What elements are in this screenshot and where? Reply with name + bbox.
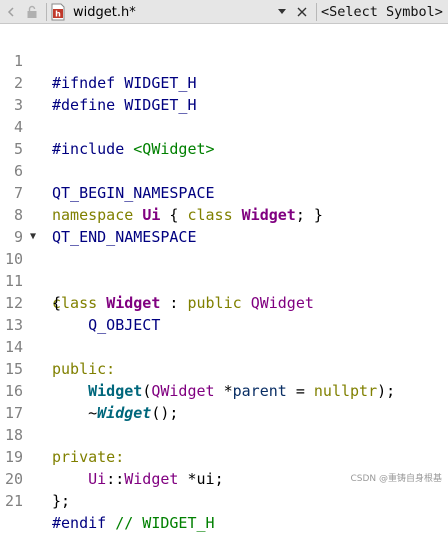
code-line: 14 public: [0, 314, 448, 378]
code-line: 2 #define WIDGET_H [0, 50, 448, 114]
preprocessor-directive: #endif [52, 514, 107, 532]
code-line: 13 [0, 292, 448, 334]
code-line: 8 QT_END_NAMESPACE [0, 182, 448, 246]
code-line: 18 private: [0, 402, 448, 466]
code-line: 20 }; [0, 446, 448, 510]
code-line: 19 Ui::Widget *ui; [0, 424, 448, 488]
file-name-label[interactable]: widget.h* [73, 0, 136, 24]
code-line: 10 ▼ class Widget : public QWidget [0, 226, 448, 312]
code-line: 7 namespace Ui { class Widget; } [0, 160, 448, 224]
code-line: 6 QT_BEGIN_NAMESPACE [0, 138, 448, 202]
lock-icon[interactable] [26, 0, 40, 24]
watermark: CSDN @重铸自身根基 [350, 474, 442, 484]
svg-text:h: h [55, 10, 61, 19]
dropdown-arrow-icon[interactable] [277, 0, 291, 24]
code-line: 4 #include <QWidget> [0, 94, 448, 158]
code-line: 9 [0, 204, 448, 246]
editor-toolbar: h widget.h* <Select Symbol> [0, 0, 448, 24]
line-number: 21 [4, 492, 23, 510]
toolbar-separator [46, 3, 47, 21]
comment: // WIDGET_H [115, 514, 215, 532]
code-line: 16 ~Widget(); [0, 358, 448, 422]
close-icon[interactable] [297, 0, 311, 24]
code-line: 1 #ifndef WIDGET_H [0, 28, 448, 92]
fold-toggle-icon[interactable]: ▼ [30, 226, 36, 248]
code-line: 12 Q_OBJECT [0, 270, 448, 334]
code-line: 3 [0, 72, 448, 114]
navigate-back-icon[interactable] [5, 0, 19, 24]
code-line: 17 [0, 380, 448, 422]
code-line: 15 Widget(QWidget *parent = nullptr); [0, 336, 448, 400]
toolbar-separator [316, 3, 317, 21]
code-line: 5 [0, 116, 448, 158]
code-line: 11 { [0, 248, 448, 312]
header-file-icon: h [50, 0, 68, 24]
code-editor[interactable]: 1 #ifndef WIDGET_H 2 #define WIDGET_H 3 … [0, 24, 448, 532]
symbol-selector[interactable]: <Select Symbol> [321, 0, 443, 24]
